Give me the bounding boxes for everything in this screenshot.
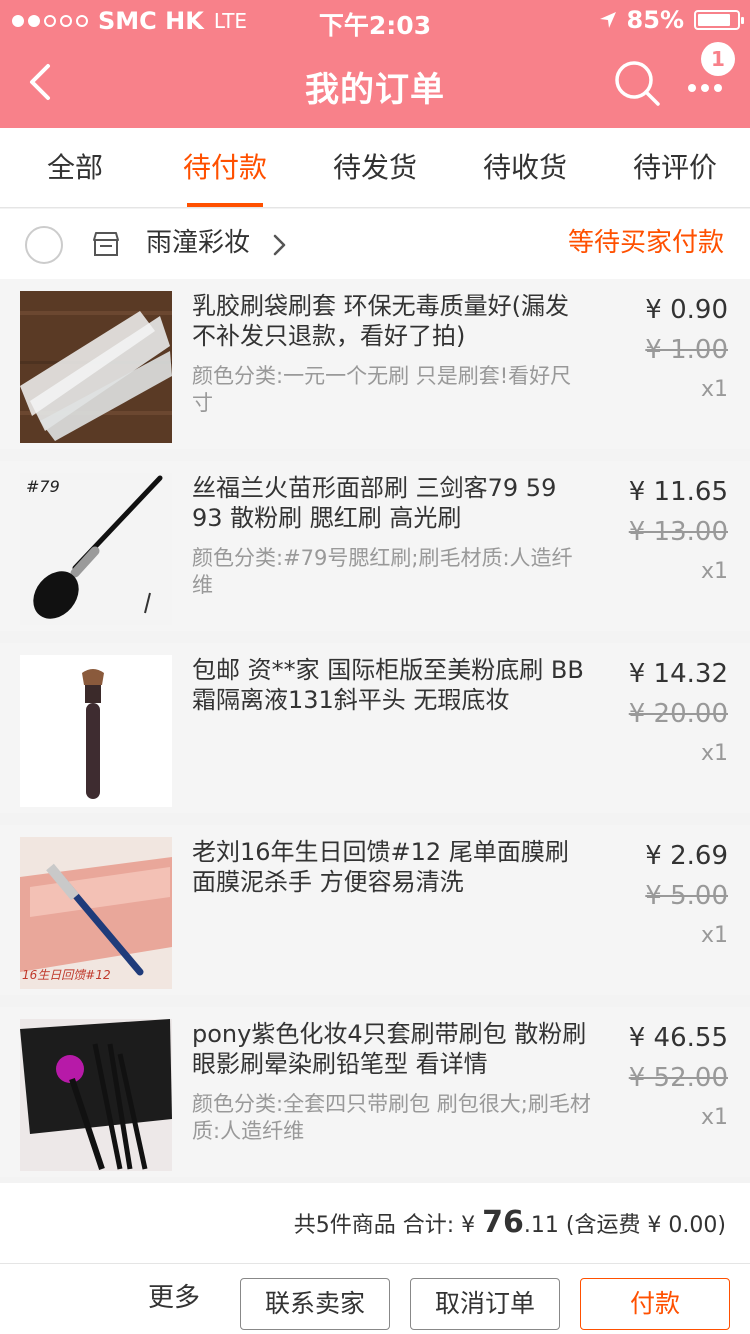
action-bar: 更多 联系卖家 取消订单 付款 [0, 1263, 750, 1334]
status-bar: SMC HK LTE 下午2:03 85% [0, 0, 750, 42]
battery-percent: 85% [626, 6, 684, 34]
currency-symbol: ¥ [461, 1213, 476, 1238]
order-item[interactable]: pony紫色化妆4只套刷带刷包 散粉刷眼影刷晕染刷铅笔型 看详情 颜色分类:全套… [0, 1007, 750, 1177]
original-price: ¥ 20.00 [628, 699, 728, 729]
product-name[interactable]: 老刘16年生日回馈#12 尾单面膜刷 面膜泥杀手 方便容易清洗 [192, 837, 592, 897]
product-name[interactable]: 包邮 资**家 国际柜版至美粉底刷 BB霜隔离液131斜平头 无瑕底妆 [192, 655, 592, 715]
original-price: ¥ 1.00 [645, 335, 728, 365]
order-item[interactable]: 16生日回馈#12 老刘16年生日回馈#12 尾单面膜刷 面膜泥杀手 方便容易清… [0, 825, 750, 995]
original-price: ¥ 52.00 [628, 1063, 728, 1093]
header: SMC HK LTE 下午2:03 85% 我的订单 1 [0, 0, 750, 128]
select-radio[interactable] [25, 226, 63, 264]
more-button[interactable]: 更多 [148, 1278, 200, 1318]
status-right: 85% [599, 6, 744, 34]
quantity: x1 [700, 1105, 728, 1130]
cancel-order-button[interactable]: 取消订单 [410, 1278, 560, 1330]
product-thumbnail[interactable] [20, 1019, 172, 1171]
item-count-label: 共5件商品 合计: [293, 1213, 455, 1238]
battery-icon [694, 10, 744, 30]
photo-label: #79 [26, 477, 60, 496]
product-thumbnail[interactable]: #79 [20, 473, 172, 625]
chevron-right-icon [273, 234, 286, 256]
original-price: ¥ 5.00 [645, 881, 728, 911]
tab-pending-shipment[interactable]: 待发货 [300, 128, 450, 207]
order-status: 等待买家付款 [567, 228, 724, 258]
product-name[interactable]: 乳胶刷袋刷套 环保无毒质量好(漏发不补发只退款，看好了拍) [192, 291, 592, 351]
product-thumbnail[interactable] [20, 291, 172, 443]
photo-label: 16生日回馈#12 [22, 968, 111, 982]
tab-pending-payment[interactable]: 待付款 [150, 128, 300, 207]
notification-badge: 1 [701, 42, 735, 76]
shipping-fee: (含运费 ¥ 0.00) [565, 1213, 726, 1238]
shop-row[interactable]: 雨潼彩妆 等待买家付款 [0, 209, 750, 279]
product-price: ¥ 2.69 [645, 841, 728, 871]
quantity: x1 [700, 741, 728, 766]
total-integer: 76 [482, 1205, 524, 1240]
order-total: 共5件商品 合计: ¥ 76.11 (含运费 ¥ 0.00) [0, 1183, 750, 1263]
product-price: ¥ 46.55 [628, 1023, 728, 1053]
product-name[interactable]: pony紫色化妆4只套刷带刷包 散粉刷眼影刷晕染刷铅笔型 看详情 [192, 1019, 592, 1079]
search-icon[interactable] [612, 58, 662, 108]
original-price: ¥ 13.00 [628, 517, 728, 547]
quantity: x1 [700, 559, 728, 584]
quantity: x1 [700, 377, 728, 402]
product-price: ¥ 14.32 [628, 659, 728, 689]
location-arrow-icon [599, 12, 616, 28]
product-price: ¥ 0.90 [645, 295, 728, 325]
pay-button[interactable]: 付款 [580, 1278, 730, 1330]
product-sku: 颜色分类:一元一个无刷 只是刷套!看好尺寸 [192, 364, 572, 415]
product-thumbnail[interactable] [20, 655, 172, 807]
product-price: ¥ 11.65 [628, 477, 728, 507]
order-tabs: 全部 待付款 待发货 待收货 待评价 [0, 128, 750, 208]
total-decimal: .11 [523, 1213, 559, 1238]
tab-all[interactable]: 全部 [0, 128, 150, 207]
nav-bar: 我的订单 [0, 42, 750, 128]
order-item[interactable]: 乳胶刷袋刷套 环保无毒质量好(漏发不补发只退款，看好了拍) 颜色分类:一元一个无… [0, 279, 750, 449]
store-icon [93, 232, 119, 256]
product-sku: 颜色分类:全套四只带刷包 刷包很大;刷毛材质:人造纤维 [192, 1092, 591, 1143]
order-item[interactable]: #79 丝福兰火苗形面部刷 三剑客79 59 93 散粉刷 腮红刷 高光刷 颜色… [0, 461, 750, 631]
tab-pending-review[interactable]: 待评价 [600, 128, 750, 207]
order-item[interactable]: 包邮 资**家 国际柜版至美粉底刷 BB霜隔离液131斜平头 无瑕底妆 ¥ 14… [0, 643, 750, 813]
tab-pending-receipt[interactable]: 待收货 [450, 128, 600, 207]
contact-seller-button[interactable]: 联系卖家 [240, 1278, 390, 1330]
product-sku: 颜色分类:#79号腮红刷;刷毛材质:人造纤维 [192, 546, 573, 597]
product-thumbnail[interactable]: 16生日回馈#12 [20, 837, 172, 989]
product-name[interactable]: 丝福兰火苗形面部刷 三剑客79 59 93 散粉刷 腮红刷 高光刷 [192, 473, 592, 533]
shop-name[interactable]: 雨潼彩妆 [146, 223, 250, 263]
quantity: x1 [700, 923, 728, 948]
